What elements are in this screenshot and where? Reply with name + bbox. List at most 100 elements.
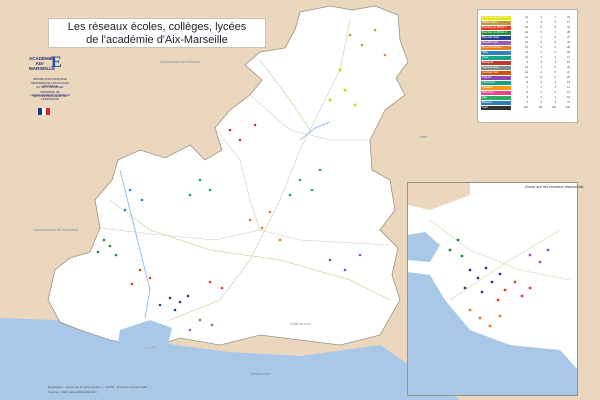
legend-value: 4 [540, 51, 542, 54]
legend-label: Cavaillon [482, 86, 493, 89]
logo-ministry-line-1: RÉPUBLIQUE FRANÇAISE [33, 78, 67, 81]
logo-ministry-line-3: ET DE LA JEUNESSE [36, 86, 64, 89]
legend-value: 9 [526, 21, 528, 24]
legend-value: 12 [525, 71, 528, 74]
legend-label: Briançon [482, 101, 493, 104]
legend-value: 4 [540, 71, 542, 74]
legend-label: Marseille Nord [482, 36, 499, 39]
legend-value: 32 [567, 26, 570, 29]
legend-value: 26 [567, 46, 570, 49]
legend-panel: Alpes-de-Hte-Provence 12 4 7 23 Hautes-Alpes 9… [477, 9, 578, 123]
legend-value: 23 [567, 66, 570, 69]
legend-value: 15 [525, 46, 528, 49]
map-title: Les réseaux écoles, collèges, lycées de … [48, 18, 266, 48]
legend-value: 7 [554, 16, 556, 19]
map-title-line-1: Les réseaux écoles, collèges, lycées [67, 21, 247, 33]
legend-value: 11 [567, 101, 570, 104]
legend-label: Gap [482, 96, 487, 99]
legend-value: 3 [554, 91, 556, 94]
legend-value: 23 [567, 16, 570, 19]
legend-label: Manosque [482, 91, 495, 94]
legend-label: Alpes-de-Hte-Provence [482, 16, 509, 19]
academy-region [47, 5, 409, 349]
legend-value: 8 [526, 91, 528, 94]
legend-value: 4 [554, 56, 556, 59]
legend-value: 10 [525, 56, 528, 59]
legend-value: 3 [540, 91, 542, 94]
legend-value: 21 [567, 71, 570, 74]
legend-value: 28 [567, 31, 570, 34]
legend-value: 12 [567, 86, 570, 89]
legend-value: 4 [540, 66, 542, 69]
label-occitanie: Gouvernement de l'Occitanie [33, 228, 79, 232]
legend-value: 8 [526, 81, 528, 84]
legend-value: 6 [554, 46, 556, 49]
legend-value: 4 [554, 96, 556, 99]
legend-value: 14 [567, 91, 570, 94]
logo-letter: E [51, 54, 62, 71]
legend-value: 3 [540, 56, 542, 59]
legend-value: 17 [567, 56, 570, 59]
legend-value: 16 [525, 31, 528, 34]
footer-credits: Réalisation : service de la carte scolai… [48, 385, 147, 389]
legend-value: 15 [567, 81, 570, 84]
inset-map-content [407, 182, 578, 396]
legend-value: 82 [539, 106, 542, 109]
inset-title: Zoom sur les réseaux marseillais [525, 184, 584, 189]
legend-label: Istres [482, 56, 489, 59]
legend-value: 9 [526, 96, 528, 99]
legend-label: Avignon [482, 76, 492, 79]
legend-value: 17 [567, 21, 570, 24]
legend-value: 3 [540, 61, 542, 64]
legend-value: 21 [525, 36, 528, 39]
legend-value: 20 [567, 51, 570, 54]
legend-value: 33 [567, 41, 570, 44]
label-golfe: Golfe du Lion [290, 322, 311, 326]
legend-value: 3 [554, 86, 556, 89]
legend-value: 4 [554, 81, 556, 84]
legend-label: Total [482, 106, 488, 109]
legend-value: 6 [554, 76, 556, 79]
legend-value: 9 [526, 61, 528, 64]
legend-value: 5 [554, 21, 556, 24]
legend-value: 6 [540, 41, 542, 44]
logo-ministry-line-5: DE LA RECHERCHE ET DE L'INNOVATION [33, 95, 67, 102]
legend-label: Hautes-Alpes [482, 21, 498, 24]
legend-value: 3 [540, 81, 542, 84]
academy-logo: ACADÉMIE AIX-MARSEILLE E RÉPUBLIQUE FRAN… [29, 54, 71, 116]
legend-value: 5 [540, 76, 542, 79]
legend-value: 3 [554, 101, 556, 104]
legend-value: 3 [540, 21, 542, 24]
map-title-line-2: de l'académie d'Aix-Marseille [86, 34, 228, 46]
footer-sources: Sources : DEP, base ADRESSE IGN [48, 390, 97, 394]
logo-academie: ACADÉMIE AIX-MARSEILLE [29, 56, 55, 71]
legend-value: 4 [554, 61, 556, 64]
legend-value: 4 [540, 16, 542, 19]
legend-label: Bouches-du-Rhône 2 [482, 31, 507, 34]
legend-label: Aix-en-Provence [482, 46, 502, 49]
legend-value: 8 [554, 26, 556, 29]
legend-value: 12 [525, 16, 528, 19]
legend-value: 6 [554, 66, 556, 69]
legend-value: 16 [567, 61, 570, 64]
legend-value: 37 [567, 36, 570, 39]
legend-value: 16 [567, 96, 570, 99]
legend-value: 14 [525, 76, 528, 79]
legend-label: Arles [482, 51, 488, 54]
french-flag-icon [38, 108, 50, 115]
legend-label: Vaucluse Nord [482, 66, 499, 69]
legend-value: 13 [525, 66, 528, 69]
legend-value: 2 [540, 86, 542, 89]
legend-value: 3 [540, 96, 542, 99]
legend-value: 5 [540, 46, 542, 49]
legend-value: 5 [554, 71, 556, 74]
label-italie: Italie [420, 135, 428, 139]
legend-label: Bouches-du-Rhône 1 [482, 26, 507, 29]
legend-value: 8 [554, 41, 556, 44]
legend-label: Marseille Sud [482, 41, 498, 44]
legend-value: 103 [551, 106, 556, 109]
legend-value: 7 [554, 31, 556, 34]
legend-value: 432 [565, 106, 570, 109]
legend-value: 9 [554, 36, 556, 39]
legend-value: 7 [526, 86, 528, 89]
